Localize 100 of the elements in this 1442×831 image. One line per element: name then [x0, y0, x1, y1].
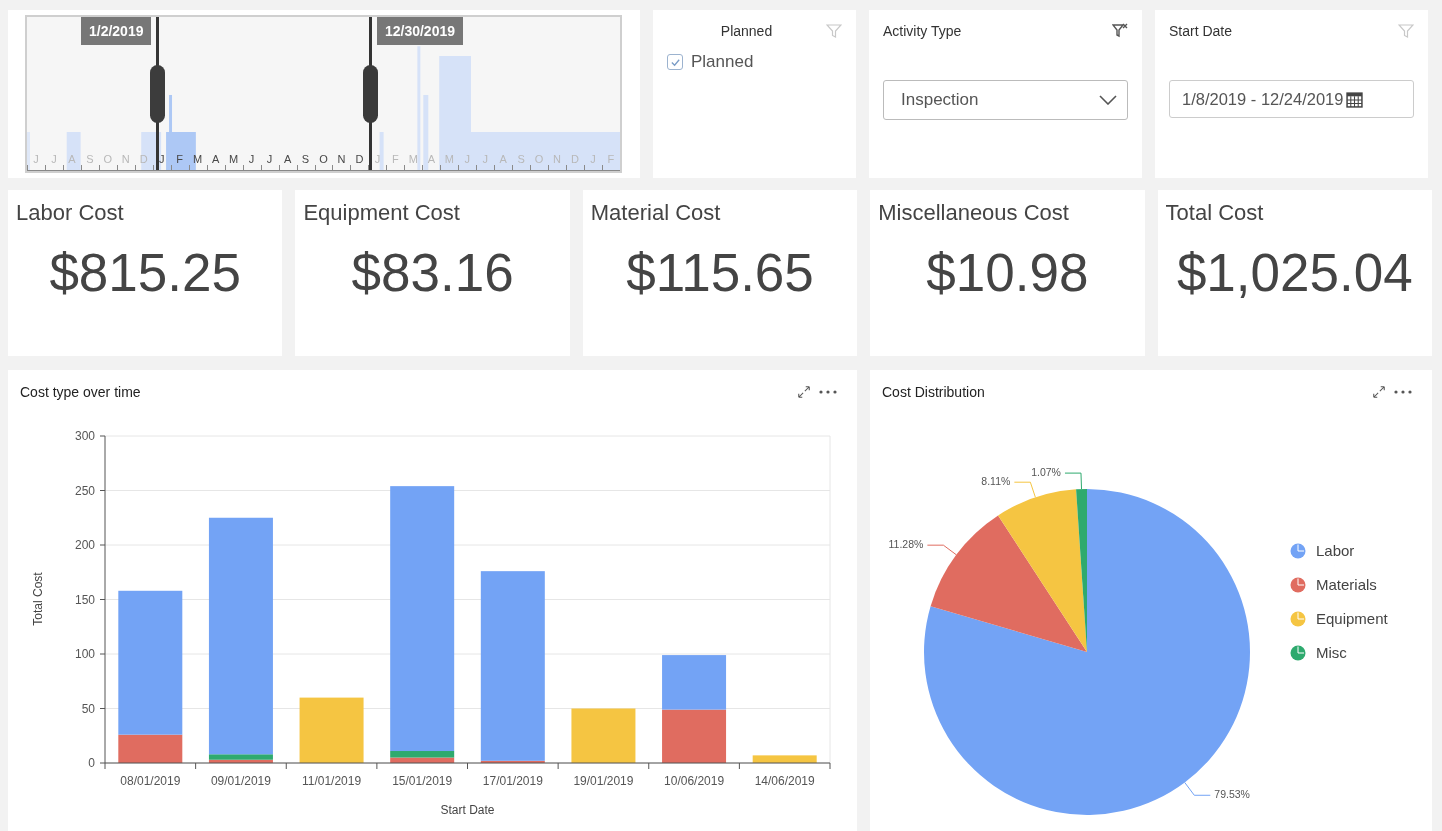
calendar-icon[interactable]	[1346, 90, 1364, 108]
filter-title: Activity Type	[883, 23, 963, 39]
kpi-value: $1,025.04	[1176, 242, 1413, 303]
y-tick-label: 300	[74, 429, 95, 443]
kpi-value: $115.65	[626, 242, 814, 303]
bar-segment[interactable]	[118, 590, 183, 735]
histogram-bar	[379, 132, 384, 171]
month-label: J	[44, 151, 63, 171]
more-icon[interactable]	[1394, 390, 1412, 394]
range-handle[interactable]	[149, 65, 165, 123]
bar-segment[interactable]	[571, 708, 636, 763]
bar-segment[interactable]	[662, 655, 727, 710]
filter-clear-icon[interactable]	[1112, 23, 1128, 39]
bar-segment[interactable]	[752, 755, 817, 763]
month-label: A	[278, 151, 297, 171]
x-tick-label: 14/06/2019	[754, 774, 815, 788]
month-label: D	[350, 151, 369, 171]
month-label: A	[422, 151, 441, 171]
month-label: M	[404, 151, 423, 171]
bar-segment[interactable]	[480, 571, 545, 761]
month-label: J	[27, 151, 45, 171]
month-label: J	[458, 151, 477, 171]
leader-line	[1013, 481, 1036, 498]
legend-label[interactable]: Labor	[1316, 542, 1355, 559]
month-label: J	[152, 151, 171, 171]
date-range-field[interactable]: 1/8/2019 - 12/24/2019	[1169, 80, 1414, 118]
legend-label[interactable]: Misc	[1316, 644, 1347, 661]
expand-icon[interactable]	[797, 385, 811, 399]
pie-slice[interactable]	[998, 489, 1087, 652]
range-handle[interactable]	[363, 65, 379, 123]
histogram-bar	[66, 132, 81, 171]
month-label: J	[584, 151, 602, 171]
kpi-label: Labor Cost	[16, 200, 124, 226]
kpi-value: $83.16	[351, 242, 514, 303]
more-icon[interactable]	[819, 390, 837, 394]
pie-slice[interactable]	[924, 489, 1250, 815]
date-tooltip: 1/2/2019	[80, 17, 152, 45]
filter-icon[interactable]	[826, 23, 842, 39]
activity-dropdown[interactable]: Inspection	[883, 80, 1128, 120]
slice-label: 11.28%	[888, 538, 924, 551]
checkbox-label[interactable]: Planned	[691, 52, 754, 72]
x-tick-label: 11/01/2019	[302, 774, 362, 788]
leader-line	[1184, 781, 1211, 796]
range-slider[interactable]: J J A S O N D J F M A M J J A S O N D J F M A M J J A S O N D J F 1/2/2019 12/30/2019	[25, 15, 622, 173]
slice-label: 79.53%	[1214, 788, 1250, 801]
x-tick-label: 08/01/2019	[120, 774, 181, 788]
y-tick-label: 150	[74, 592, 95, 607]
filter-title: Planned	[719, 23, 774, 39]
legend-label[interactable]: Equipment	[1316, 610, 1388, 627]
month-label: O	[98, 151, 117, 171]
bar-segment[interactable]	[390, 486, 455, 751]
month-label: N	[116, 151, 135, 171]
slice-label: 1.07%	[1031, 466, 1061, 479]
slice-label: 8.11%	[981, 475, 1011, 488]
x-axis-title: Start Date	[440, 803, 495, 817]
leader-line	[1064, 472, 1082, 490]
kpi-label: Equipment Cost	[303, 200, 460, 226]
y-tick-label: 0	[88, 756, 95, 770]
x-tick-label: 15/01/2019	[392, 774, 453, 788]
y-tick-label: 200	[74, 538, 95, 552]
month-label: S	[296, 151, 315, 171]
checkbox[interactable]	[667, 54, 683, 70]
bar-segment[interactable]	[662, 709, 727, 763]
x-tick-label: 09/01/2019	[210, 774, 271, 788]
kpi-label: Material Cost	[590, 200, 721, 226]
filter-icon[interactable]	[1398, 23, 1414, 39]
month-label: A	[62, 151, 81, 171]
month-label: S	[80, 151, 99, 171]
bar-segment[interactable]	[208, 754, 273, 760]
chevron-icon	[1099, 95, 1117, 105]
month-label: F	[386, 151, 405, 171]
y-tick-label: 100	[74, 647, 95, 661]
month-label: M	[224, 151, 243, 171]
month-label: D	[134, 151, 153, 171]
month-label: M	[188, 151, 207, 171]
y-axis-title: Total Cost	[31, 572, 45, 626]
kpi-label: Total Cost	[1165, 200, 1264, 226]
month-label: M	[440, 151, 459, 171]
kpi-label: Miscellaneous Cost	[878, 200, 1069, 226]
date-tooltip: 12/30/2019	[376, 17, 463, 45]
month-label: F	[602, 151, 620, 171]
month-label: N	[332, 151, 351, 171]
legend-label[interactable]: Materials	[1316, 576, 1377, 593]
month-label: F	[170, 151, 189, 171]
x-tick-label: 19/01/2019	[573, 774, 634, 788]
bar-segment[interactable]	[299, 697, 364, 763]
pie-slice[interactable]	[930, 515, 1087, 652]
x-tick-label: 10/06/2019	[664, 774, 725, 788]
month-label: O	[530, 151, 549, 171]
month-label: D	[566, 151, 585, 171]
bar-segment[interactable]	[390, 751, 455, 758]
chart-title: Cost type over time	[20, 384, 142, 400]
y-tick-label: 250	[74, 483, 95, 498]
expand-icon[interactable]	[1372, 385, 1386, 399]
kpi-value: $10.98	[926, 242, 1089, 303]
month-label: J	[242, 151, 261, 171]
month-label: J	[476, 151, 495, 171]
month-label: N	[548, 151, 567, 171]
month-label: A	[494, 151, 513, 171]
chart-title: Cost Distribution	[882, 384, 986, 400]
